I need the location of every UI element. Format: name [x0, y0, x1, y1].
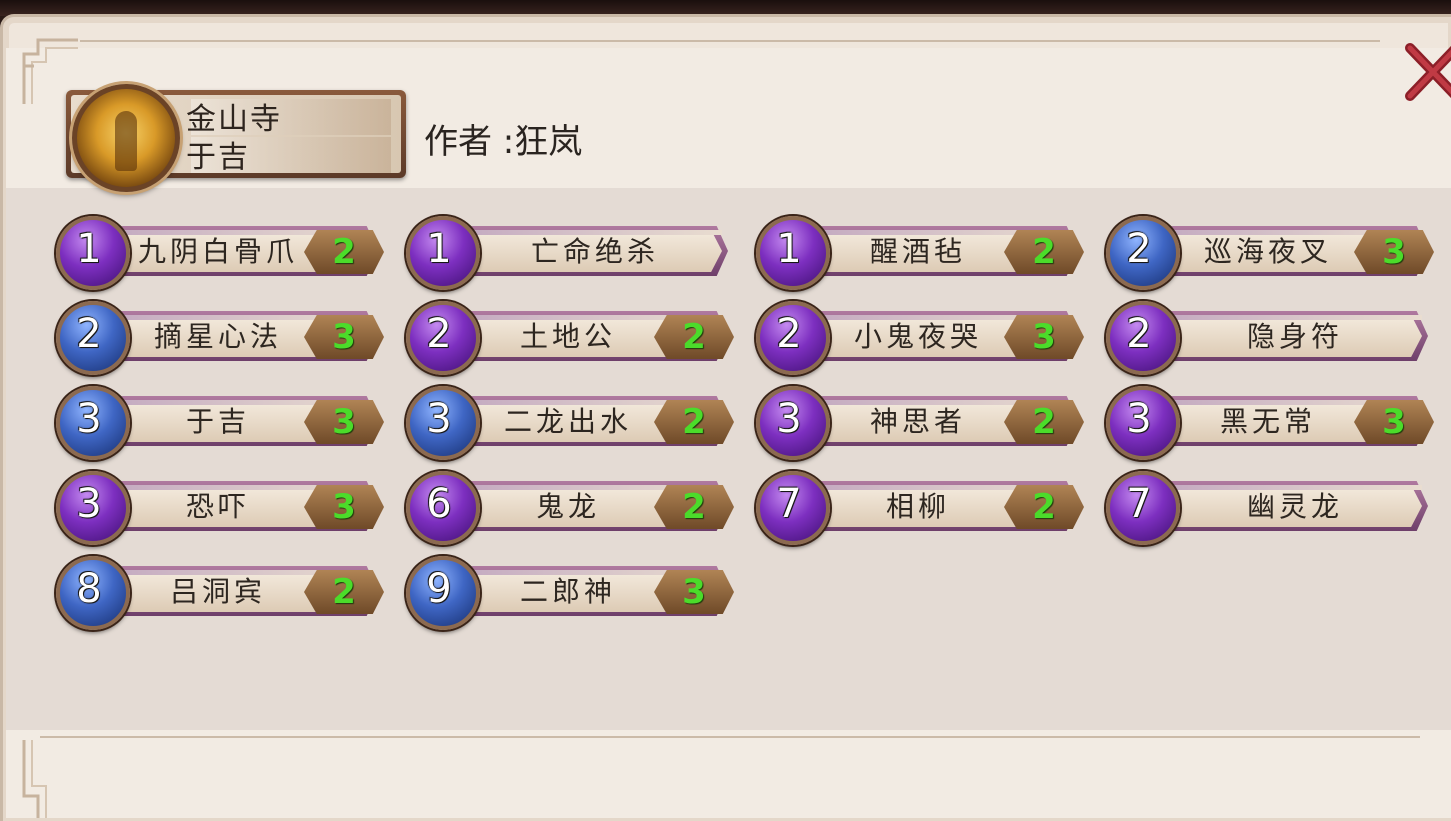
card-list-item[interactable]: 9 二郎神 3 [406, 556, 736, 630]
card-count: 3 [1382, 402, 1406, 442]
mana-cost: 3 [76, 481, 102, 527]
mana-cost: 3 [76, 396, 102, 442]
card-name: 吕洞宾 [169, 575, 266, 608]
card-count: 3 [332, 317, 356, 357]
card-list-item[interactable]: 8 吕洞宾 2 [56, 556, 386, 630]
card-list-item[interactable]: 1 亡命绝杀 [406, 216, 736, 290]
card-name: 醒酒毡 [869, 235, 966, 268]
card-list-item[interactable]: 2 小鬼夜哭 3 [756, 301, 1086, 375]
card-name: 九阴白骨爪 [137, 235, 298, 268]
card-list-item[interactable]: 2 土地公 2 [406, 301, 736, 375]
frame-line-top [80, 40, 1380, 42]
card-name: 巡海夜叉 [1203, 235, 1332, 268]
card-count: 3 [1032, 317, 1056, 357]
card-name: 小鬼夜哭 [853, 320, 982, 353]
mana-cost: 2 [776, 311, 802, 357]
card-count: 2 [1032, 232, 1056, 272]
card-list-item[interactable]: 3 神思者 2 [756, 386, 1086, 460]
author-label: 作者 :狂岚 [424, 122, 583, 162]
card-name: 幽灵龙 [1246, 490, 1343, 523]
mana-cost: 1 [426, 226, 452, 272]
mana-cost: 8 [76, 566, 102, 612]
card-count: 2 [682, 402, 706, 442]
card-list-item[interactable]: 2 摘星心法 3 [56, 301, 386, 375]
card-name: 黑无常 [1219, 405, 1316, 438]
mana-cost: 2 [1126, 311, 1152, 357]
card-name: 鬼龙 [535, 490, 600, 523]
mana-cost: 1 [76, 226, 102, 272]
card-name: 二郎神 [519, 575, 616, 608]
card-list-item[interactable]: 2 隐身符 [1106, 301, 1436, 375]
monk-portrait-icon [115, 111, 137, 171]
mana-cost: 3 [426, 396, 452, 442]
bottom-area [6, 730, 1451, 818]
card-count: 2 [332, 572, 356, 612]
card-name: 摘星心法 [153, 320, 282, 353]
mana-cost: 1 [776, 226, 802, 272]
card-count: 3 [332, 487, 356, 527]
card-list-item[interactable]: 3 于吉 3 [56, 386, 386, 460]
card-count: 3 [332, 402, 356, 442]
card-list-item[interactable]: 1 九阴白骨爪 2 [56, 216, 386, 290]
mana-cost: 6 [426, 481, 452, 527]
hero-portrait-avatar[interactable] [72, 84, 180, 192]
close-x-icon[interactable] [1404, 40, 1451, 102]
card-list-item[interactable]: 3 二龙出水 2 [406, 386, 736, 460]
card-list-item[interactable]: 3 黑无常 3 [1106, 386, 1436, 460]
card-list-item[interactable]: 1 醒酒毡 2 [756, 216, 1086, 290]
card-name: 相柳 [885, 490, 950, 523]
card-count: 2 [682, 487, 706, 527]
card-count: 2 [1032, 402, 1056, 442]
card-name: 二龙出水 [503, 405, 632, 438]
card-count: 2 [332, 232, 356, 272]
card-name: 恐吓 [185, 490, 250, 523]
mana-cost: 3 [776, 396, 802, 442]
card-list-item[interactable]: 3 恐吓 3 [56, 471, 386, 545]
card-count: 2 [682, 317, 706, 357]
card-list-item[interactable]: 7 相柳 2 [756, 471, 1086, 545]
card-count: 3 [1382, 232, 1406, 272]
corner-ornament-bottom-left-icon [22, 740, 47, 818]
card-list-item[interactable]: 6 鬼龙 2 [406, 471, 736, 545]
mana-cost: 7 [776, 481, 802, 527]
mana-cost: 2 [1126, 226, 1152, 272]
card-name: 亡命绝杀 [530, 235, 659, 268]
card-count: 2 [1032, 487, 1056, 527]
mana-cost: 9 [426, 566, 452, 612]
mana-cost: 2 [76, 311, 102, 357]
mana-cost: 7 [1126, 481, 1152, 527]
mana-cost: 3 [1126, 396, 1152, 442]
card-name: 隐身符 [1246, 320, 1343, 353]
card-name: 土地公 [519, 320, 616, 353]
hero-name: 于吉 [186, 140, 250, 175]
card-name: 神思者 [869, 405, 966, 438]
mana-cost: 2 [426, 311, 452, 357]
card-list-item[interactable]: 2 巡海夜叉 3 [1106, 216, 1436, 290]
card-count: 3 [682, 572, 706, 612]
card-name: 于吉 [185, 405, 250, 438]
card-list-item[interactable]: 7 幽灵龙 [1106, 471, 1436, 545]
frame-line-bottom [40, 736, 1420, 738]
